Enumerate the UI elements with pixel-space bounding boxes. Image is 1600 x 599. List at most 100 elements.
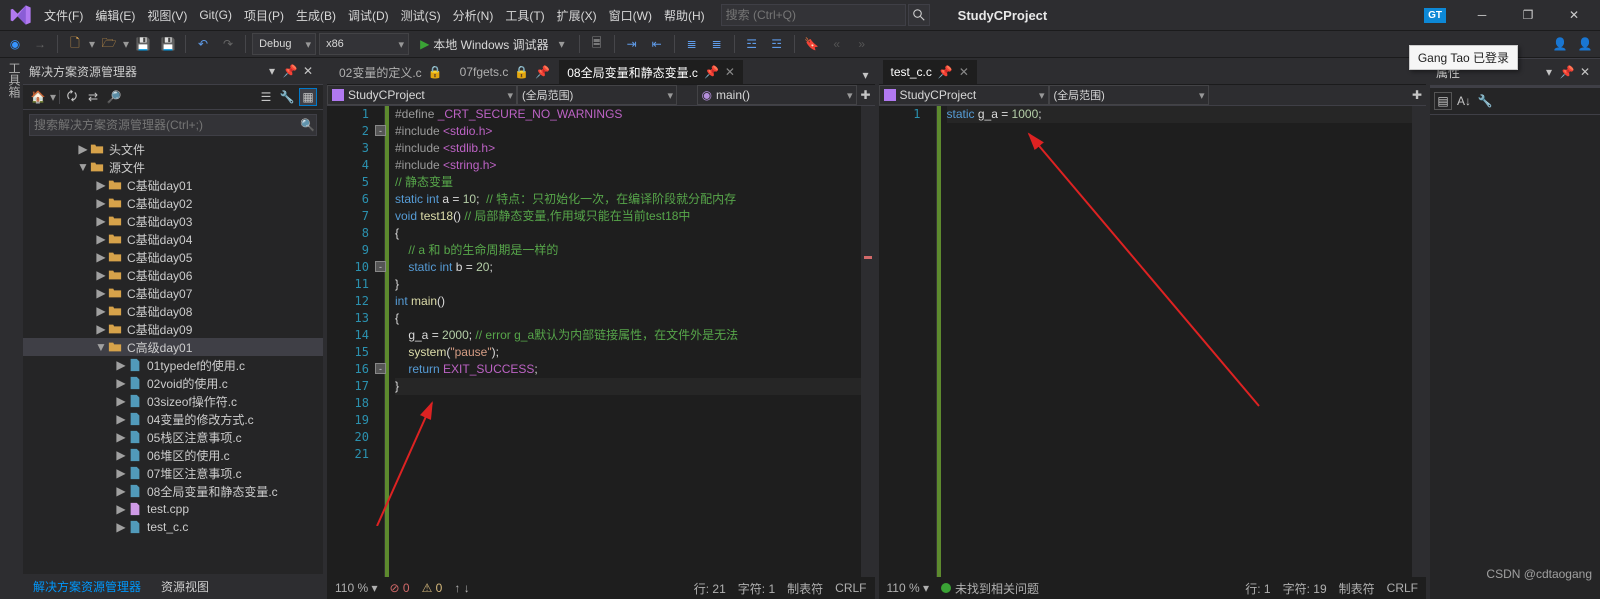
start-debug-button[interactable]: ▶ 本地 Windows 调试器 ▾ <box>412 33 573 55</box>
tb-bookmark[interactable]: 🔖 <box>801 33 823 55</box>
pin-icon[interactable]: 📌 <box>938 65 953 79</box>
tab-test-c[interactable]: test_c.c 📌 ✕ <box>883 60 977 84</box>
home-icon[interactable]: 🏠 <box>29 88 47 106</box>
split-icon[interactable]: ✚ <box>1408 86 1426 104</box>
tree-node[interactable]: ▼源文件 <box>23 158 323 176</box>
wrench-icon[interactable]: 🔧 <box>278 88 296 106</box>
tb-uncomment[interactable]: ☲ <box>766 33 788 55</box>
minimize-button[interactable]: ─ <box>1466 3 1498 27</box>
tree-node[interactable]: ▶test.cpp <box>23 500 323 518</box>
tb-misc-1[interactable]: 🗏 <box>586 33 608 55</box>
solution-tree[interactable]: ▶头文件▼源文件▶C基础day01▶C基础day02▶C基础day03▶C基础d… <box>23 140 323 574</box>
user-avatar[interactable]: GT <box>1424 8 1446 23</box>
search-button[interactable] <box>908 4 930 26</box>
zoom-level[interactable]: 110 % ▾ <box>887 581 930 595</box>
nav-project-combo[interactable]: StudyCProject <box>327 85 517 105</box>
showall-icon[interactable]: ☰ <box>257 88 275 106</box>
menu-帮助(H)[interactable]: 帮助(H) <box>658 3 711 28</box>
view-mode-icon[interactable]: ▦ <box>299 88 317 106</box>
nav-project-combo[interactable]: StudyCProject <box>879 85 1049 105</box>
tree-node[interactable]: ▶C基础day04 <box>23 230 323 248</box>
panel-pin-icon[interactable]: 📌 <box>281 62 299 80</box>
tree-node[interactable]: ▶02void的使用.c <box>23 374 323 392</box>
tb-step-1[interactable]: ⇥ <box>621 33 643 55</box>
zoom-level[interactable]: 110 % ▾ <box>335 581 378 595</box>
config-combo[interactable]: Debug <box>252 33 316 55</box>
tb-comment[interactable]: ☲ <box>741 33 763 55</box>
editor-tab[interactable]: 08全局变量和静态变量.c📌✕ <box>559 60 743 84</box>
menu-生成(B)[interactable]: 生成(B) <box>290 3 342 28</box>
nav-back-button[interactable]: ◉ <box>4 33 26 55</box>
toolbox-vtab[interactable]: 工具箱 <box>0 58 23 599</box>
platform-combo[interactable]: x86 <box>319 33 409 55</box>
filter-icon[interactable]: 🔎 <box>105 88 123 106</box>
tab-resource-view[interactable]: 资源视图 <box>151 574 219 599</box>
undo-button[interactable]: ↶ <box>192 33 214 55</box>
panel-close-icon[interactable]: ✕ <box>1576 63 1594 81</box>
refresh-icon[interactable]: 🗘 <box>63 88 81 106</box>
tree-node[interactable]: ▶01typedef的使用.c <box>23 356 323 374</box>
redo-button[interactable]: ↷ <box>217 33 239 55</box>
save-all-button[interactable]: 💾 <box>157 33 179 55</box>
panel-close-icon[interactable]: ✕ <box>299 62 317 80</box>
tree-node[interactable]: ▶test_c.c <box>23 518 323 536</box>
menu-测试(S)[interactable]: 测试(S) <box>395 3 447 28</box>
menu-调试(D)[interactable]: 调试(D) <box>342 3 395 28</box>
nav-scope-combo[interactable]: (全局范围) <box>517 85 677 105</box>
pin-icon[interactable]: 📌 <box>535 65 550 79</box>
editor-tab[interactable]: 07fgets.c🔒📌 <box>452 60 559 84</box>
open-file-button[interactable]: 🗁 <box>98 33 120 55</box>
maximize-button[interactable]: ❐ <box>1512 3 1544 27</box>
categorized-icon[interactable]: ▤ <box>1434 92 1452 110</box>
tree-node[interactable]: ▶07堆区注意事项.c <box>23 464 323 482</box>
tb-step-2[interactable]: ⇤ <box>646 33 668 55</box>
new-file-button[interactable]: 🗋 <box>64 33 86 55</box>
sync-icon[interactable]: ⇄ <box>84 88 102 106</box>
menu-编辑(E)[interactable]: 编辑(E) <box>89 3 141 28</box>
close-button[interactable]: ✕ <box>1558 3 1590 27</box>
tree-node[interactable]: ▶C基础day08 <box>23 302 323 320</box>
menu-窗口(W)[interactable]: 窗口(W) <box>603 3 658 28</box>
close-icon[interactable]: ✕ <box>959 65 969 79</box>
search-input[interactable] <box>726 8 901 22</box>
tb-bm-prev[interactable]: « <box>826 33 848 55</box>
overview-ruler[interactable] <box>1412 106 1426 577</box>
fold-strip[interactable] <box>929 106 937 577</box>
tree-node[interactable]: ▶C基础day06 <box>23 266 323 284</box>
tree-node[interactable]: ▶C基础day09 <box>23 320 323 338</box>
pin-icon[interactable]: 📌 <box>704 65 719 79</box>
tree-node[interactable]: ▶08全局变量和静态变量.c <box>23 482 323 500</box>
tree-node[interactable]: ▶C基础day02 <box>23 194 323 212</box>
overview-ruler[interactable] <box>861 106 875 577</box>
menu-扩展(X)[interactable]: 扩展(X) <box>551 3 603 28</box>
alphabetical-icon[interactable]: A↓ <box>1455 92 1473 110</box>
tree-node[interactable]: ▶05栈区注意事项.c <box>23 428 323 446</box>
save-button[interactable]: 💾 <box>132 33 154 55</box>
panel-menu-icon[interactable]: ▾ <box>263 62 281 80</box>
tree-node[interactable]: ▶C基础day01 <box>23 176 323 194</box>
tree-node[interactable]: ▶03sizeof操作符.c <box>23 392 323 410</box>
tree-node[interactable]: ▶04变量的修改方式.c <box>23 410 323 428</box>
tree-node[interactable]: ▼C高级day01 <box>23 338 323 356</box>
solution-search-input[interactable] <box>30 118 299 132</box>
menu-项目(P)[interactable]: 项目(P) <box>238 3 290 28</box>
wrench-icon[interactable]: 🔧 <box>1476 92 1494 110</box>
tree-node[interactable]: ▶06堆区的使用.c <box>23 446 323 464</box>
close-icon[interactable]: ✕ <box>725 65 735 79</box>
editor-tab[interactable]: 02变量的定义.c🔒 <box>331 60 451 84</box>
panel-pin-icon[interactable]: 📌 <box>1558 63 1576 81</box>
code-text[interactable]: static g_a = 1000; <box>941 106 1413 577</box>
nav-member-combo[interactable]: ◉main() <box>697 85 857 105</box>
live-share-button[interactable]: 👤 <box>1549 33 1571 55</box>
split-icon[interactable]: ✚ <box>857 86 875 104</box>
menu-Git(G)[interactable]: Git(G) <box>193 4 238 26</box>
menu-文件(F)[interactable]: 文件(F) <box>38 3 89 28</box>
tb-indent-2[interactable]: ≣ <box>706 33 728 55</box>
tb-indent-1[interactable]: ≣ <box>681 33 703 55</box>
menu-视图(V)[interactable]: 视图(V) <box>141 3 193 28</box>
tree-node[interactable]: ▶头文件 <box>23 140 323 158</box>
code-text[interactable]: #define _CRT_SECURE_NO_WARNINGS#include … <box>389 106 861 577</box>
search-icon[interactable]: 🔍 <box>299 116 316 134</box>
menu-分析(N)[interactable]: 分析(N) <box>447 3 500 28</box>
fold-strip[interactable]: --- <box>377 106 385 577</box>
